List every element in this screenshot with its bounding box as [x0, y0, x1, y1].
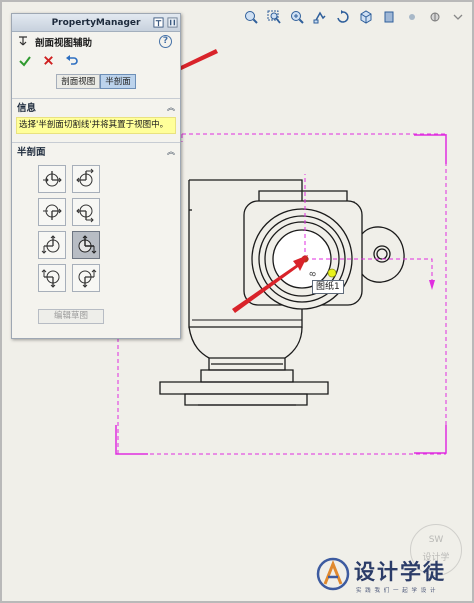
pm-action-buttons [12, 52, 180, 72]
half-section-bottom-right-button[interactable] [38, 198, 66, 226]
collapse-caret-icon[interactable]: ︽ [167, 102, 175, 113]
cancel-x-icon[interactable] [42, 54, 55, 70]
ok-check-icon[interactable] [18, 54, 32, 71]
half-section-option-grid [38, 165, 180, 292]
hide-show-icon[interactable] [402, 7, 422, 27]
info-message: 选择'半剖面切割线'并将其置于视图中。 [16, 117, 176, 134]
undo-icon[interactable] [65, 54, 79, 71]
pm-title-icons [152, 16, 178, 29]
half-section-bottom-left-button[interactable] [72, 198, 100, 226]
half-section-section: 半剖面 ︽ [12, 142, 180, 292]
info-section-title: 信息 [17, 103, 37, 114]
part-base-flange [159, 381, 329, 395]
watermark-subtitle: 实 践 我 们 一 起 学 设 计 [356, 588, 437, 594]
help-icon[interactable]: ? [159, 35, 172, 48]
tab-section-view[interactable]: 剖面视图 [56, 74, 101, 89]
section-view-icon [17, 35, 29, 50]
heads-up-view-toolbar [241, 6, 468, 28]
section-arrow-head [429, 280, 435, 290]
sheet-tag-label: 图纸1 [312, 280, 344, 294]
half-section-right-up-button[interactable] [72, 231, 100, 259]
pm-feature-header: 剖面视图辅助 ? [12, 32, 180, 52]
display-style-icon[interactable] [379, 7, 399, 27]
watermark-title: 设计学徒 [354, 560, 446, 584]
snap-point [327, 268, 337, 278]
half-section-right-down-button[interactable] [72, 264, 100, 292]
pm-feature-title: 剖面视图辅助 [35, 38, 93, 49]
half-section-left-up-button[interactable] [38, 231, 66, 259]
close-icon[interactable] [166, 16, 178, 29]
scene-icon[interactable] [448, 7, 468, 27]
half-section-left-down-button[interactable] [38, 264, 66, 292]
zoom-fit-icon[interactable] [241, 7, 261, 27]
screenshot-frame: 8 图纸1 PropertyManager 剖面视图辅助 ? 剖面视图 半剖面 … [0, 0, 474, 603]
pan-icon[interactable] [310, 7, 330, 27]
appearance-icon[interactable] [425, 7, 445, 27]
half-section-title: 半剖面 [17, 147, 46, 158]
half-section-header[interactable]: 半剖面 ︽ [12, 143, 180, 159]
zoom-icon[interactable] [287, 7, 307, 27]
edit-sketch-button[interactable]: 编辑草图 [38, 309, 104, 324]
tab-half-section[interactable]: 半剖面 [100, 74, 136, 89]
watermark: 设计学徒 实 践 我 们 一 起 学 设 计 [316, 555, 472, 600]
rotate-icon[interactable] [333, 7, 353, 27]
half-section-top-left-button[interactable] [72, 165, 100, 193]
cube-icon[interactable] [356, 7, 376, 27]
part-collar [200, 369, 294, 383]
info-section: 信息 ︽ 选择'半剖面切割线'并将其置于视图中。 [12, 98, 180, 134]
zoom-area-icon[interactable] [264, 7, 284, 27]
watermark-logo-icon [316, 557, 350, 591]
info-section-header[interactable]: 信息 ︽ [12, 99, 180, 115]
pin-icon[interactable] [152, 16, 164, 29]
property-manager-panel: PropertyManager 剖面视图辅助 ? 剖面视图 半剖面 信息 ︽ 选… [11, 13, 181, 339]
pm-section-type-tabs: 剖面视图 半剖面 [12, 74, 180, 92]
pm-title: PropertyManager [51, 17, 141, 28]
collapse-caret-icon[interactable]: ︽ [167, 146, 175, 157]
watermark-circle-line1: SW [428, 535, 444, 545]
pm-title-bar: PropertyManager [12, 14, 180, 32]
half-section-top-right-button[interactable] [38, 165, 66, 193]
